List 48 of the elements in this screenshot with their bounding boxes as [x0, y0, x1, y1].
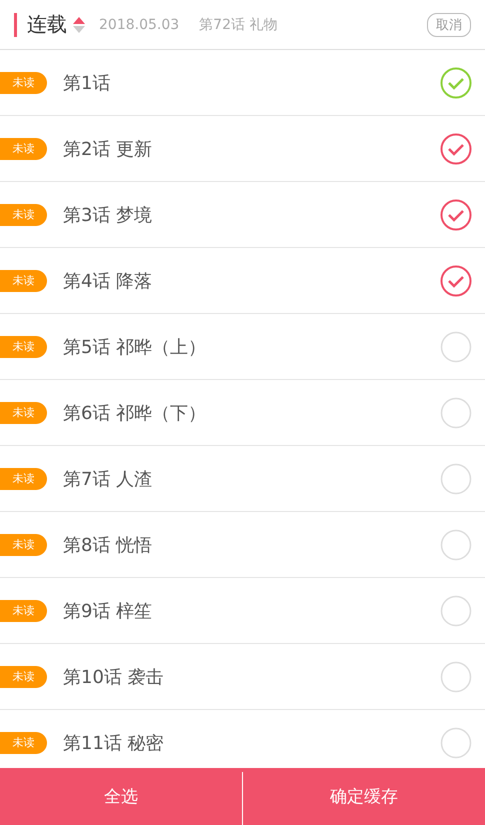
chapter-title: 第4话 降落 [63, 270, 152, 292]
chapter-title: 第9话 梓笙 [63, 600, 152, 622]
chapter-title: 第8话 恍悟 [63, 534, 152, 556]
unread-badge: 未读 [0, 270, 47, 292]
chapter-title: 第11话 秘密 [63, 732, 164, 754]
check-icon[interactable] [440, 264, 472, 296]
check-icon[interactable] [440, 132, 472, 164]
check-icon[interactable] [440, 66, 472, 98]
radio-circle[interactable] [440, 726, 472, 758]
chapter-row[interactable]: 未读 第8话 恍悟 [0, 512, 485, 578]
accent-bar [14, 12, 17, 36]
unread-badge: 未读 [0, 666, 47, 688]
chapter-title: 第3话 梦境 [63, 204, 152, 226]
chapter-title: 第10话 袭击 [63, 666, 164, 688]
radio-circle[interactable] [440, 396, 472, 428]
sort-icon[interactable] [73, 16, 85, 34]
chapter-title: 第6话 祁晔（下） [63, 402, 206, 424]
unread-badge: 未读 [0, 138, 47, 160]
update-date: 2018.05.03 [99, 16, 180, 32]
unread-badge: 未读 [0, 534, 47, 556]
chapter-row[interactable]: 未读 第6话 祁晔（下） [0, 380, 485, 446]
chapter-row[interactable]: 未读 第10话 袭击 [0, 644, 485, 710]
chapter-row[interactable]: 未读 第9话 梓笙 [0, 578, 485, 644]
radio-circle[interactable] [440, 660, 472, 692]
check-icon[interactable] [440, 198, 472, 230]
chapter-title: 第1话 [63, 72, 110, 94]
unread-badge: 未读 [0, 732, 47, 754]
chapter-title: 第7话 人渣 [63, 468, 152, 490]
chapter-row[interactable]: 未读 第3话 梦境 [0, 182, 485, 248]
chapter-row[interactable]: 未读 第5话 祁晔（上） [0, 314, 485, 380]
chapter-row[interactable]: 未读 第1话 [0, 50, 485, 116]
unread-badge: 未读 [0, 468, 47, 490]
unread-badge: 未读 [0, 600, 47, 622]
unread-badge: 未读 [0, 402, 47, 424]
radio-circle[interactable] [440, 594, 472, 626]
chapter-title: 第2话 更新 [63, 138, 152, 160]
radio-circle[interactable] [440, 330, 472, 362]
radio-circle[interactable] [440, 462, 472, 494]
chapter-row[interactable]: 未读 第2话 更新 [0, 116, 485, 182]
latest-chapter: 第72话 礼物 [199, 16, 278, 34]
chapter-title: 第5话 祁晔（上） [63, 336, 206, 358]
unread-badge: 未读 [0, 204, 47, 226]
chapter-row[interactable]: 未读 第7话 人渣 [0, 446, 485, 512]
radio-circle[interactable] [440, 528, 472, 560]
section-title: 连载 [27, 11, 67, 38]
chapter-row[interactable]: 未读 第4话 降落 [0, 248, 485, 314]
unread-badge: 未读 [0, 72, 47, 94]
unread-badge: 未读 [0, 336, 47, 358]
